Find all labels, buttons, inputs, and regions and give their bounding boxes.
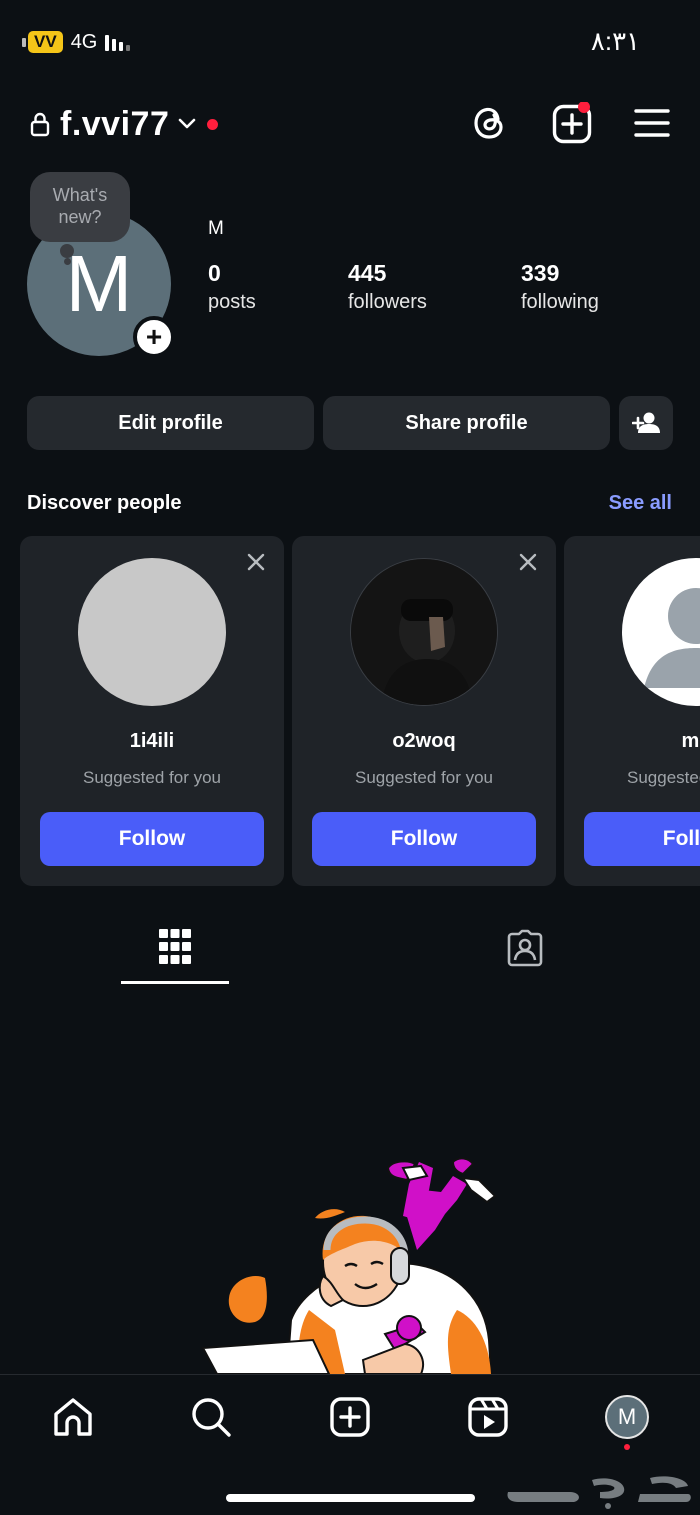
follow-button[interactable]: Follow <box>312 812 536 866</box>
note-bubble-tail <box>64 258 71 265</box>
stat-label: posts <box>208 291 256 313</box>
empty-state-illustration <box>201 1157 497 1374</box>
menu-icon[interactable] <box>634 102 670 144</box>
stat-label: followers <box>348 291 427 313</box>
share-profile-button[interactable]: Share profile <box>323 396 610 450</box>
edit-profile-button[interactable]: Edit profile <box>27 396 314 450</box>
suggestion-username[interactable]: 1i4ili <box>20 730 284 753</box>
account-switcher[interactable]: f.vvi77 <box>30 102 219 146</box>
discover-title: Discover people <box>27 492 182 514</box>
suggestion-avatar[interactable] <box>350 558 498 706</box>
person-photo <box>351 559 497 705</box>
stat-posts[interactable]: 0 posts <box>208 260 256 314</box>
signal-icon <box>105 33 131 51</box>
home-icon[interactable] <box>52 1396 94 1438</box>
grid-icon[interactable] <box>159 929 191 965</box>
suggestion-reason: Suggested for you <box>627 768 700 787</box>
reels-icon[interactable] <box>467 1396 509 1438</box>
carrier-badge: VV <box>22 31 63 53</box>
suggestion-avatar[interactable] <box>78 558 226 706</box>
note-bubble-tail <box>60 244 74 258</box>
follow-button[interactable]: Follow <box>584 812 700 866</box>
network-type: 4G <box>70 30 98 53</box>
note-bubble[interactable]: What's new? <box>30 172 130 242</box>
display-name: M <box>208 218 224 239</box>
active-tab-indicator <box>121 981 229 984</box>
status-time: ٨:٣١ <box>590 26 640 56</box>
watermark-logo <box>507 1476 691 1509</box>
create-post-icon[interactable] <box>552 102 592 144</box>
profile-avatar-tab[interactable]: M <box>605 1395 649 1439</box>
discover-people-button[interactable] <box>619 396 673 450</box>
suggestions-carousel[interactable]: 1i4ili Suggested for you Follow o2woq Su… <box>0 536 700 888</box>
close-icon[interactable] <box>518 552 538 572</box>
stat-followers[interactable]: 445 followers <box>348 260 427 314</box>
follow-button[interactable]: Follow <box>40 812 264 866</box>
notification-dot <box>624 1444 630 1450</box>
default-avatar-icon <box>622 558 700 706</box>
suggestion-username[interactable]: o2woq <box>292 730 556 753</box>
status-bar-left: VV 4G <box>22 29 131 55</box>
chevron-down-icon <box>179 118 196 129</box>
suggestion-card: 1i4ili Suggested for you Follow <box>20 536 284 886</box>
suggestion-reason: Suggested for you <box>355 768 493 787</box>
suggestion-avatar[interactable] <box>622 558 700 706</box>
close-icon[interactable] <box>246 552 266 572</box>
suggestion-card: me Suggested for you Follow <box>564 536 700 886</box>
add-person-icon <box>632 412 660 433</box>
stat-value: 445 <box>348 260 387 286</box>
threads-icon[interactable] <box>470 102 510 144</box>
stat-value: 339 <box>521 260 560 286</box>
suggestion-reason: Suggested for you <box>83 768 221 787</box>
stat-following[interactable]: 339 following <box>521 260 599 314</box>
stat-label: following <box>521 291 599 313</box>
create-icon[interactable] <box>329 1396 371 1438</box>
add-story-icon[interactable]: + <box>133 316 175 358</box>
search-icon[interactable] <box>190 1396 232 1438</box>
username: f.vvi77 <box>60 104 170 143</box>
see-all-link[interactable]: See all <box>609 492 672 515</box>
suggestion-card: o2woq Suggested for you Follow <box>292 536 556 886</box>
home-indicator <box>226 1494 475 1502</box>
stat-value: 0 <box>208 260 221 286</box>
suggestion-username[interactable]: me <box>564 730 700 753</box>
notification-dot <box>207 118 219 130</box>
tagged-icon[interactable] <box>506 929 544 967</box>
lock-icon <box>30 112 50 137</box>
